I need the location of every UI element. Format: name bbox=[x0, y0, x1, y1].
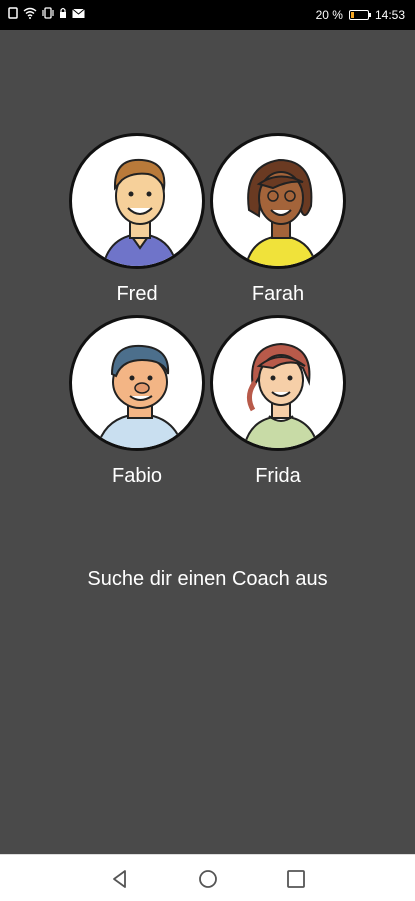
frida-portrait bbox=[242, 342, 320, 448]
navigation-bar bbox=[0, 854, 415, 901]
sim-icon bbox=[8, 7, 18, 19]
coach-avatar-frida[interactable] bbox=[210, 315, 346, 451]
coach-fabio[interactable]: Fabio bbox=[69, 315, 205, 488]
status-bar: 20 % 14:53 bbox=[0, 0, 415, 30]
farah-portrait bbox=[245, 158, 317, 266]
coach-frida[interactable]: Frida bbox=[210, 315, 346, 488]
battery-icon bbox=[348, 10, 371, 20]
recents-icon[interactable] bbox=[284, 867, 308, 891]
battery-percent: 20 % bbox=[315, 8, 343, 22]
back-icon[interactable] bbox=[108, 867, 132, 891]
fred-portrait bbox=[102, 158, 178, 266]
vibrate-icon bbox=[42, 7, 54, 19]
lock-icon bbox=[60, 7, 66, 18]
status-right: 20 % 14:53 bbox=[316, 8, 405, 22]
mail-icon bbox=[72, 8, 85, 18]
wifi-icon bbox=[23, 7, 37, 19]
coach-name-farah[interactable]: Farah bbox=[210, 283, 346, 306]
coach-avatar-fred[interactable] bbox=[69, 133, 205, 269]
fabio-portrait bbox=[96, 344, 184, 448]
coach-name-fabio[interactable]: Fabio bbox=[69, 465, 205, 488]
coach-name-frida[interactable]: Frida bbox=[210, 465, 346, 488]
coach-farah[interactable]: Farah bbox=[210, 133, 346, 306]
coach-avatar-fabio[interactable] bbox=[69, 315, 205, 451]
coach-avatar-farah[interactable] bbox=[210, 133, 346, 269]
coach-fred[interactable]: Fred bbox=[69, 133, 205, 306]
choose-coach-prompt: Suche dir einen Coach aus bbox=[87, 568, 328, 590]
coach-name-fred[interactable]: Fred bbox=[69, 283, 205, 306]
clock: 14:53 bbox=[374, 8, 405, 22]
status-icons bbox=[8, 7, 85, 19]
main-content: Fred Farah Fabio Frida Suche dir einen C… bbox=[0, 30, 415, 854]
home-icon[interactable] bbox=[196, 867, 220, 891]
